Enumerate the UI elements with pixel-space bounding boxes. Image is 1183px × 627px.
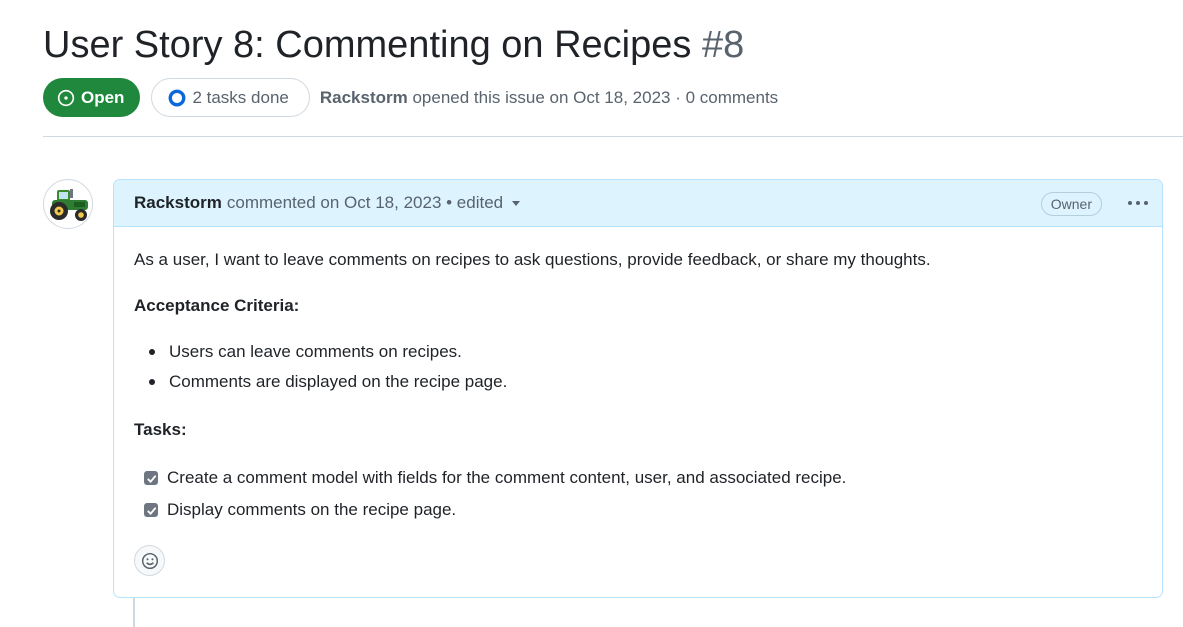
comment-author-link[interactable]: Rackstorm [134,193,222,213]
issue-opened-meta: Rackstorm opened this issue on Oct 18, 2… [320,88,778,108]
owner-badge: Owner [1040,192,1102,216]
issue-number: #8 [701,24,745,66]
task-checkbox[interactable] [144,503,158,517]
comment-meta[interactable]: commented on Oct 18, 2023 • edited [227,193,503,213]
issue-state-badge: Open [43,78,141,117]
header-divider [43,136,1183,137]
issue-title-heading: User Story 8: Commenting on Recipes #8 [43,22,744,68]
tasks-progress-pill[interactable]: 2 tasks done [151,78,310,117]
tractor-icon [50,189,88,221]
avatar[interactable] [43,179,93,229]
list-item: Comments are displayed on the recipe pag… [134,371,507,401]
list-item-text: Comments are displayed on the recipe pag… [169,372,508,391]
issue-title: User Story 8: Commenting on Recipes [43,24,692,66]
task-list-item: Create a comment model with fields for t… [134,467,846,499]
triangle-down-icon [512,201,521,206]
issue-opened-icon [57,89,75,106]
comment-box: Rackstorm commented on Oct 18, 2023 • ed… [113,179,1163,598]
comment-body-text: As a user, I want to leave comments on r… [134,250,931,269]
task-checkbox[interactable] [144,471,158,485]
tasks-progress-label: 2 tasks done [192,87,289,107]
list-item: Users can leave comments on recipes. [134,341,507,371]
list-item-text: Users can leave comments on recipes. [169,342,462,361]
bullet [149,349,155,355]
acceptance-criteria-heading: Acceptance Criteria: [134,296,300,315]
timeline-line [133,598,135,627]
comment-options-button[interactable] [1126,191,1150,215]
issue-author-link[interactable]: Rackstorm [320,88,408,107]
task-list: Create a comment model with fields for t… [134,467,846,531]
acceptance-criteria-list: Users can leave comments on recipes. Com… [134,341,507,401]
comment-header: Rackstorm commented on Oct 18, 2023 • ed… [114,180,1162,227]
add-reaction-button[interactable] [134,545,165,576]
issue-meta-row: Open 2 tasks done Rackstorm opened this … [43,78,778,117]
issue-state-label: Open [81,87,125,107]
issue-opened-text: opened this issue on Oct 18, 2023 · 0 co… [412,87,779,107]
bullet [149,379,155,385]
edit-history-dropdown[interactable] [511,193,521,213]
task-list-item: Display comments on the recipe page. [134,499,846,531]
kebab-horizontal-icon [1128,201,1148,205]
tasks-heading: Tasks: [134,420,187,439]
progress-circle-icon [169,89,186,106]
check-icon [146,474,156,483]
task-label: Create a comment model with fields for t… [167,468,847,487]
smiley-icon [141,552,158,569]
check-icon [146,506,156,515]
task-label: Display comments on the recipe page. [167,500,457,519]
